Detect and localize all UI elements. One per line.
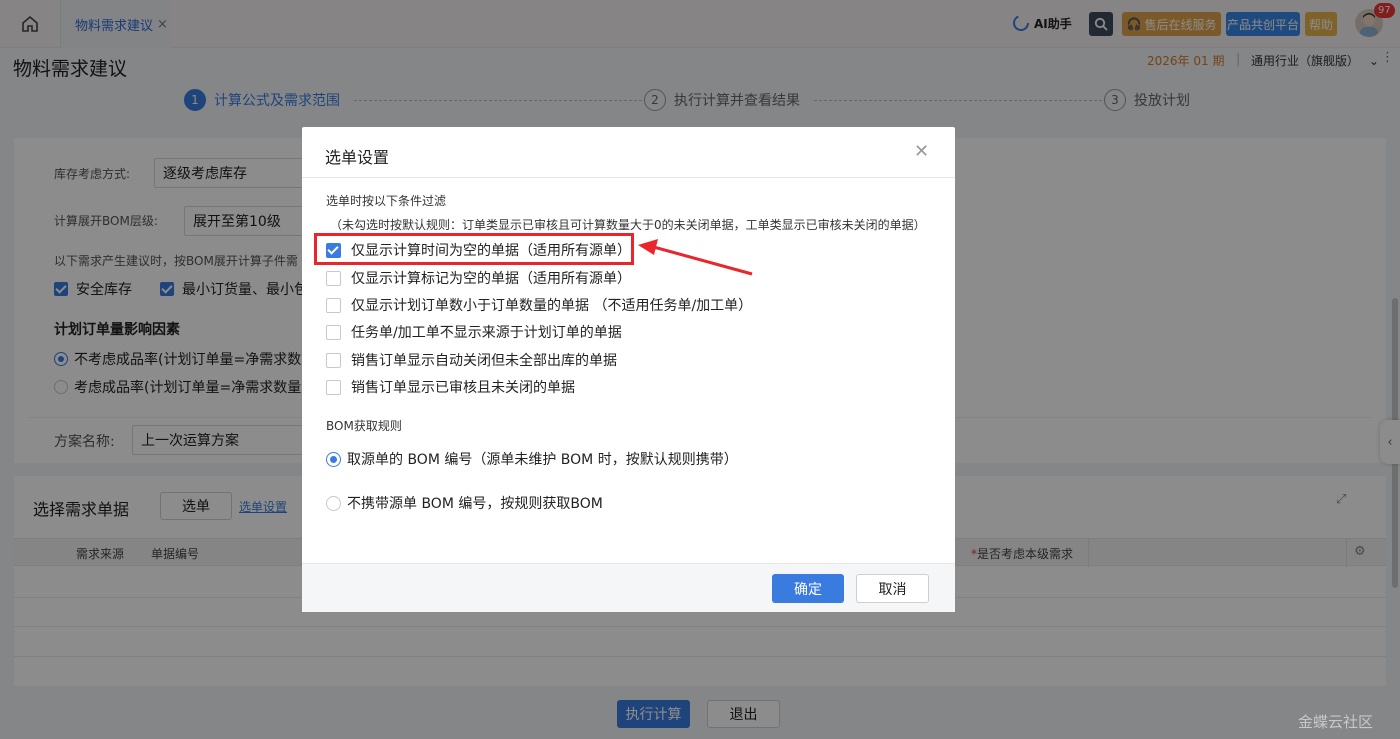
option-calc-flag-empty[interactable]: 仅显示计算标记为空的单据（适用所有源单） xyxy=(326,268,631,288)
filter-label: 选单时按以下条件过滤 xyxy=(326,194,447,208)
checkbox-icon xyxy=(326,297,341,313)
select-settings-dialog: 选单设置 ✕ 选单时按以下条件过滤 （未勾选时按默认规则：订单类显示已审核且可计… xyxy=(302,127,955,612)
dialog-header: 选单设置 ✕ xyxy=(302,127,955,178)
dialog-footer: 确定 取消 xyxy=(302,563,955,612)
cancel-button[interactable]: 取消 xyxy=(856,574,929,603)
checkbox-icon xyxy=(326,352,341,368)
radio-icon xyxy=(326,495,341,511)
option-label: 销售订单显示自动关闭但未全部出库的单据 xyxy=(351,353,617,369)
bom-from-source-radio[interactable]: 取源单的 BOM 编号（源单未维护 BOM 时，按默认规则携带） xyxy=(326,449,738,469)
radio-label: 取源单的 BOM 编号（源单未维护 BOM 时，按默认规则携带） xyxy=(347,452,738,468)
option-approved-open-sales[interactable]: 销售订单显示已审核且未关闭的单据 xyxy=(326,377,575,397)
radio-label: 不携带源单 BOM 编号，按规则获取BOM xyxy=(347,496,603,512)
option-label: 任务单/加工单不显示来源于计划订单的单据 xyxy=(351,325,622,341)
checkbox-icon xyxy=(326,324,341,340)
option-auto-closed-sales[interactable]: 销售订单显示自动关闭但未全部出库的单据 xyxy=(326,350,617,370)
option-hide-plan-source[interactable]: 任务单/加工单不显示来源于计划订单的单据 xyxy=(326,322,622,342)
checkbox-icon xyxy=(326,379,341,395)
annotation-highlight-box xyxy=(314,233,634,265)
option-plan-qty-less[interactable]: 仅显示计划订单数小于订单数量的单据 （不适用任务单/加工单） xyxy=(326,295,752,315)
ok-button[interactable]: 确定 xyxy=(772,574,844,603)
radio-icon xyxy=(326,451,341,467)
annotation-arrow-icon xyxy=(638,239,753,276)
filter-note: （未勾选时按默认规则：订单类显示已审核且可计算数量大于0的未关闭单据，工单类显示… xyxy=(330,218,926,232)
watermark: 金蝶云社区 xyxy=(1298,713,1374,731)
option-label: 销售订单显示已审核且未关闭的单据 xyxy=(351,380,575,396)
dialog-title: 选单设置 xyxy=(325,148,390,167)
close-icon[interactable]: ✕ xyxy=(914,141,929,162)
option-label: 仅显示计划订单数小于订单数量的单据 （不适用任务单/加工单） xyxy=(351,298,753,314)
bom-rule-label: BOM获取规则 xyxy=(326,419,402,433)
checkbox-icon xyxy=(326,270,341,286)
option-label: 仅显示计算标记为空的单据（适用所有源单） xyxy=(351,271,631,287)
bom-by-rule-radio[interactable]: 不携带源单 BOM 编号，按规则获取BOM xyxy=(326,493,603,513)
